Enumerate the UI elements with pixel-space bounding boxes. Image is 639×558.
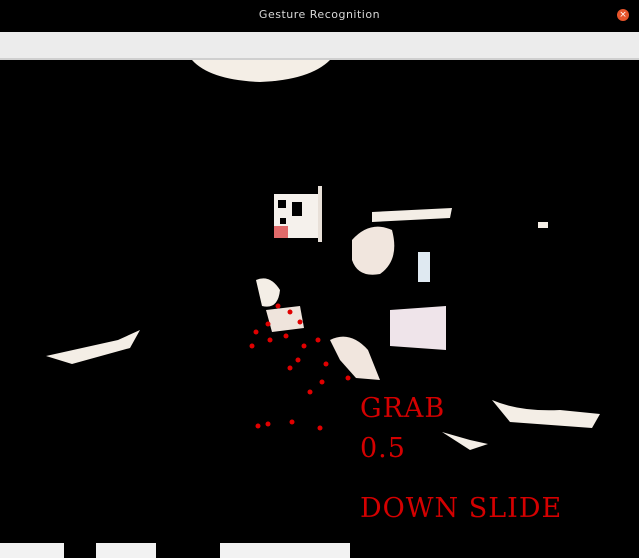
action-label: DOWN SLIDE [360,493,563,524]
status-bar [0,543,639,558]
gesture-label: GRAB [360,393,446,424]
status-segment [96,543,156,558]
red-indicator [274,226,288,238]
hand-highlight [330,336,380,380]
app-window: Gesture Recognition × GRAB 0.5 DOWN SLID… [0,0,639,558]
confidence-label: 0.5 [360,433,406,464]
close-icon[interactable]: × [617,9,629,21]
status-segment [0,543,64,558]
camera-image [46,60,600,450]
camera-feed: GRAB 0.5 DOWN SLIDE [0,60,639,543]
toolbar [0,32,639,58]
status-segment [220,543,350,558]
window-title: Gesture Recognition [258,8,381,21]
ceiling-lamp [192,60,330,82]
hand-keypoints [249,303,351,431]
title-bar: Gesture Recognition × [0,0,639,32]
left-highlight [46,330,140,364]
